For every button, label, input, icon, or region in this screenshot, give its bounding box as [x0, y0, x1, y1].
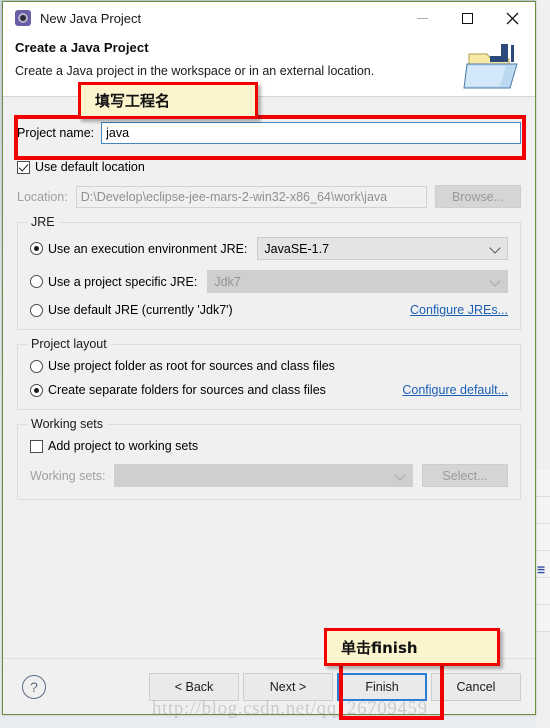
project-name-annotation: 填写工程名 [78, 82, 258, 119]
project-specific-jre-value: Jdk7 [214, 274, 241, 289]
cancel-button[interactable]: Cancel [431, 673, 521, 701]
minimize-icon[interactable] [400, 2, 445, 34]
layout-project-folder-label: Use project folder as root for sources a… [48, 359, 335, 373]
working-sets-group: Working sets Add project to working sets… [17, 417, 521, 500]
use-default-location-checkbox[interactable] [17, 160, 30, 174]
jre-default-row[interactable]: Use default JRE (currently 'Jdk7') Confi… [30, 303, 508, 317]
page-description: Create a Java project in the workspace o… [15, 64, 375, 78]
add-to-working-sets-checkbox[interactable] [30, 439, 43, 453]
window-title: New Java Project [40, 10, 142, 26]
finish-button[interactable]: Finish [337, 673, 427, 701]
eclipse-gear-icon [15, 10, 31, 26]
execution-environment-value: JavaSE-1.7 [264, 241, 330, 256]
working-sets-legend: Working sets [27, 417, 108, 431]
background-text: ☰ [537, 565, 546, 575]
dialog-body: Project name: Use default location Locat… [3, 97, 535, 657]
use-default-location-row[interactable]: Use default location [17, 160, 521, 174]
project-name-row: Project name: [17, 122, 521, 144]
jre-default-label: Use default JRE (currently 'Jdk7') [48, 303, 233, 317]
watermark: http://blog.csdn.net/qq_26709459 [152, 698, 428, 719]
use-default-location-label: Use default location [35, 160, 145, 174]
background-row [536, 605, 550, 632]
project-layout-legend: Project layout [27, 337, 111, 351]
jre-project-specific-radio[interactable] [30, 275, 43, 288]
project-specific-jre-dropdown: Jdk7 [207, 270, 508, 293]
footer-buttons: < Back Next > Finish Cancel [145, 673, 521, 701]
location-row: Location: D:\Develop\eclipse-jee-mars-2-… [17, 185, 521, 208]
select-working-sets-button: Select... [422, 464, 508, 487]
browse-button[interactable]: Browse... [435, 185, 521, 208]
configure-default-link[interactable]: Configure default... [402, 383, 508, 397]
title-bar: New Java Project [3, 2, 535, 34]
back-button[interactable]: < Back [149, 673, 239, 701]
chevron-down-icon [489, 275, 501, 287]
chevron-down-icon [394, 469, 406, 481]
chevron-down-icon [489, 242, 501, 254]
jre-group-legend: JRE [27, 215, 59, 229]
jre-execution-environment-label: Use an execution environment JRE: [48, 241, 248, 256]
background-row [536, 470, 550, 497]
project-layout-group: Project layout Use project folder as roo… [17, 337, 521, 410]
working-sets-field-row: Working sets: Select... [30, 464, 508, 487]
background-row [536, 497, 550, 524]
jre-execution-environment-radio[interactable] [30, 242, 43, 255]
jre-group: JRE Use an execution environment JRE: Ja… [17, 215, 521, 330]
project-name-input[interactable] [101, 122, 521, 144]
layout-project-folder-radio[interactable] [30, 359, 43, 373]
location-field[interactable]: D:\Develop\eclipse-jee-mars-2-win32-x86_… [75, 185, 427, 208]
jre-execution-environment-row[interactable]: Use an execution environment JRE: JavaSE… [30, 237, 508, 260]
location-label: Location: [17, 189, 68, 204]
project-name-label: Project name: [17, 126, 95, 140]
finish-annotation: 单击finish [324, 628, 500, 666]
page-title: Create a Java Project [15, 40, 149, 55]
background-row [536, 524, 550, 551]
background-row [536, 578, 550, 605]
working-sets-dropdown [113, 464, 413, 487]
next-button[interactable]: Next > [243, 673, 333, 701]
close-icon[interactable] [490, 2, 535, 34]
add-to-working-sets-row[interactable]: Add project to working sets [30, 439, 508, 453]
layout-project-folder-row[interactable]: Use project folder as root for sources a… [30, 359, 508, 373]
window-controls [400, 2, 535, 34]
jre-project-specific-label: Use a project specific JRE: [48, 274, 198, 289]
add-to-working-sets-label: Add project to working sets [48, 439, 199, 453]
jre-default-radio[interactable] [30, 303, 43, 317]
java-project-folder-icon [463, 42, 523, 92]
configure-jres-link[interactable]: Configure JREs... [410, 303, 508, 317]
layout-separate-folders-label: Create separate folders for sources and … [48, 383, 326, 397]
maximize-icon[interactable] [445, 2, 490, 34]
layout-separate-folders-row[interactable]: Create separate folders for sources and … [30, 383, 508, 397]
layout-separate-folders-radio[interactable] [30, 383, 43, 397]
execution-environment-dropdown[interactable]: JavaSE-1.7 [257, 237, 508, 260]
working-sets-label: Working sets: [30, 468, 106, 483]
help-icon[interactable]: ? [22, 675, 46, 699]
jre-project-specific-row[interactable]: Use a project specific JRE: Jdk7 [30, 270, 508, 293]
